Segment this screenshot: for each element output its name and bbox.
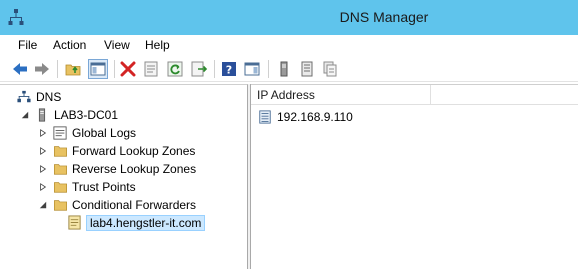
folder-icon (52, 161, 68, 177)
column-header-ip-address[interactable]: IP Address (251, 85, 431, 105)
record-icon[interactable] (320, 59, 340, 79)
refresh-icon[interactable] (165, 59, 185, 79)
folder-icon (52, 179, 68, 195)
list-item[interactable]: 192.168.9.110 (257, 108, 353, 125)
tree-label-server: LAB3-DC01 (54, 107, 119, 122)
tree-label-global-logs: Global Logs (72, 125, 137, 140)
tree-node-conditional-forwarders[interactable]: Conditional Forwarders (38, 196, 196, 213)
expand-triangle-icon[interactable] (38, 146, 48, 156)
tree-node-dns[interactable]: DNS (16, 88, 61, 105)
tree-node-reverse-lookup-zones[interactable]: Reverse Lookup Zones (38, 160, 196, 177)
tree-node-forwarder-zone[interactable]: lab4.hengstler-it.com (66, 214, 206, 231)
expand-triangle-icon[interactable] (38, 164, 48, 174)
tree-node-global-logs[interactable]: Global Logs (38, 124, 136, 141)
menu-file[interactable]: File (16, 38, 39, 52)
dns-root-icon (16, 89, 32, 105)
ip-record-icon (257, 109, 273, 125)
help-icon[interactable]: ? (219, 59, 239, 79)
tree-node-server[interactable]: LAB3-DC01 (20, 106, 118, 123)
menu-view[interactable]: View (102, 38, 132, 52)
tree-node-forward-lookup-zones[interactable]: Forward Lookup Zones (38, 142, 195, 159)
ip-address-value: 192.168.9.110 (277, 109, 353, 124)
server-icon[interactable] (274, 59, 294, 79)
zone-icon[interactable] (297, 59, 317, 79)
column-header-filler (431, 85, 578, 105)
delete-icon[interactable] (118, 59, 138, 79)
svg-text:?: ? (226, 64, 232, 77)
properties-icon[interactable] (141, 59, 161, 79)
toolbar: ? (0, 56, 578, 82)
tree-node-trust-points[interactable]: Trust Points (38, 178, 136, 195)
show-hide-console-tree-icon[interactable] (88, 59, 108, 79)
menu-bar: File Action View Help (0, 35, 578, 55)
collapse-triangle-icon[interactable] (38, 200, 48, 210)
log-viewer-icon (52, 125, 68, 141)
tree-label-trust-points: Trust Points (72, 179, 136, 194)
tree-label-reverse-lookup-zones: Reverse Lookup Zones (72, 161, 197, 176)
expand-triangle-icon[interactable] (38, 128, 48, 138)
dns-manager-window: DNS Manager File Action View Help ? DNS … (0, 0, 578, 269)
menu-help[interactable]: Help (143, 38, 172, 52)
forward-arrow-icon[interactable] (32, 59, 52, 79)
folder-icon (52, 143, 68, 159)
export-list-icon[interactable] (189, 59, 209, 79)
forwarder-zone-icon (66, 215, 82, 231)
collapse-triangle-icon[interactable] (20, 110, 30, 120)
back-arrow-icon[interactable] (10, 59, 30, 79)
tree-label-forwarder-zone: lab4.hengstler-it.com (86, 214, 206, 231)
expand-triangle-icon[interactable] (38, 182, 48, 192)
tree-label-dns: DNS (36, 89, 62, 104)
tree-label-conditional-forwarders: Conditional Forwarders (72, 197, 197, 212)
show-action-pane-icon[interactable] (242, 59, 262, 79)
tree-label-forward-lookup-zones: Forward Lookup Zones (72, 143, 196, 158)
window-title: DNS Manager (339, 9, 429, 25)
title-bar[interactable]: DNS Manager (0, 0, 578, 35)
server-icon (34, 107, 50, 123)
menu-action[interactable]: Action (51, 38, 88, 52)
folder-icon (52, 197, 68, 213)
up-folder-icon[interactable] (64, 59, 84, 79)
details-pane[interactable]: IP Address 192.168.9.110 (251, 84, 578, 269)
console-tree[interactable]: DNS LAB3-DC01 Global Logs Forward Lookup… (0, 84, 248, 269)
